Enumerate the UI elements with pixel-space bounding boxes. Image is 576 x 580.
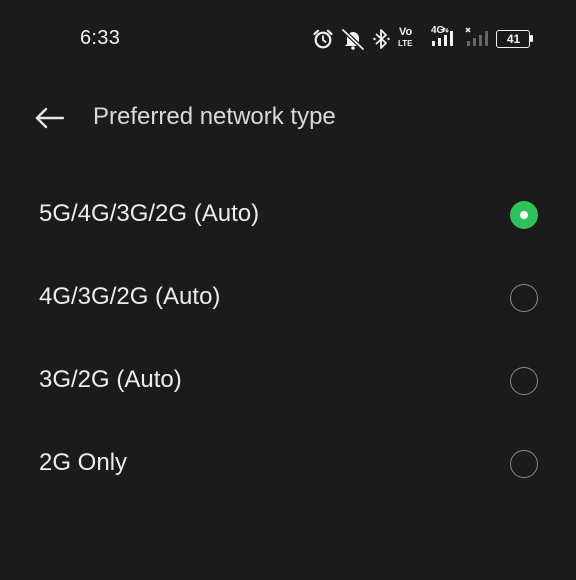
signal-4g-icon: 4G — [429, 25, 461, 50]
radio-button[interactable] — [510, 367, 538, 395]
battery-level: 41 — [506, 32, 521, 46]
radio-dot — [520, 211, 528, 219]
bluetooth-icon — [373, 29, 390, 49]
arrow-left-icon — [35, 107, 65, 129]
status-bar: 6:33 Vo LTE 4G 41 — [0, 0, 576, 78]
option-3g-2g-auto[interactable]: 3G/2G (Auto) — [0, 339, 576, 422]
volte-icon: Vo LTE — [398, 27, 420, 51]
option-2g-only[interactable]: 2G Only — [0, 422, 576, 505]
back-button[interactable] — [28, 98, 72, 138]
option-label: 3G/2G (Auto) — [39, 366, 182, 393]
option-5g-4g-3g-2g-auto[interactable]: 5G/4G/3G/2G (Auto) — [0, 173, 576, 256]
radio-button[interactable] — [510, 450, 538, 478]
option-label: 2G Only — [39, 449, 128, 476]
radio-button[interactable] — [510, 284, 538, 312]
option-label: 5G/4G/3G/2G (Auto) — [39, 200, 260, 227]
network-type-options: 5G/4G/3G/2G (Auto) 4G/3G/2G (Auto) 3G/2G… — [0, 173, 576, 505]
signal-no-service-icon — [465, 27, 488, 46]
alarm-icon — [313, 29, 333, 49]
page-title: Preferred network type — [93, 103, 336, 130]
volte-top-text: Vo — [399, 26, 413, 38]
header: Preferred network type — [0, 88, 576, 148]
silent-bell-icon — [341, 28, 365, 50]
option-label: 4G/3G/2G (Auto) — [39, 283, 221, 310]
status-time: 6:33 — [80, 27, 121, 49]
radio-button-selected[interactable] — [510, 201, 538, 229]
volte-bottom-text: LTE — [398, 39, 413, 48]
battery-icon: 41 — [496, 30, 534, 48]
option-4g-3g-2g-auto[interactable]: 4G/3G/2G (Auto) — [0, 256, 576, 339]
